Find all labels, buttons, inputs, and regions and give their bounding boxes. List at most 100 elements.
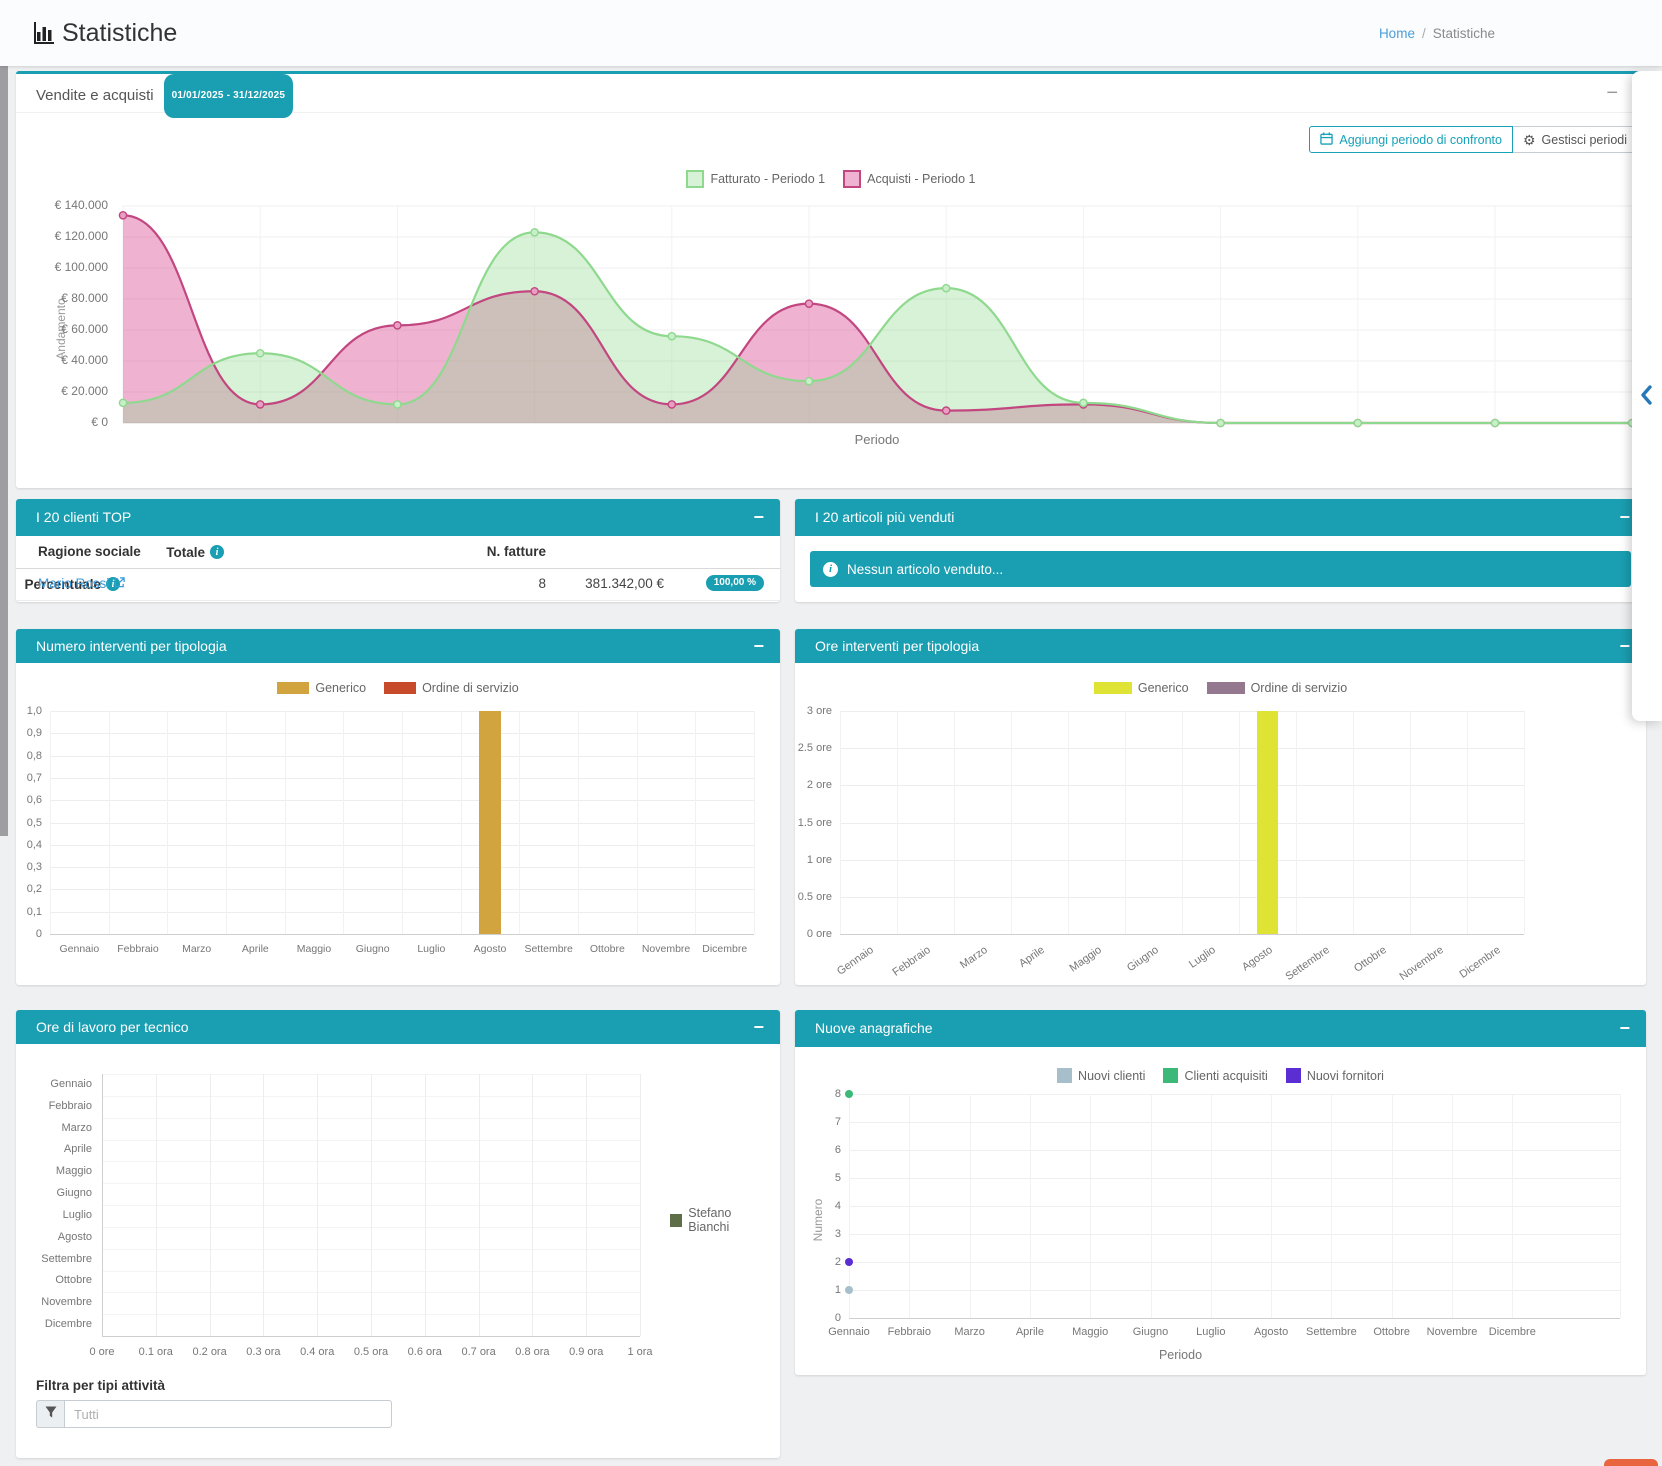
gridline-v — [640, 1074, 641, 1336]
clienti-collapse-button[interactable]: − — [753, 499, 764, 536]
bar-agosto[interactable] — [1257, 711, 1278, 934]
breadcrumb-home-link[interactable]: Home — [1379, 26, 1415, 41]
empty-state-alert: i Nessun articolo venduto... — [810, 551, 1631, 587]
info-icon: i — [823, 562, 838, 577]
data-point[interactable] — [394, 322, 401, 329]
data-point[interactable] — [943, 407, 950, 414]
tecnico-header: Ore di lavoro per tecnico − — [16, 1010, 780, 1044]
data-point[interactable] — [805, 300, 812, 307]
legend-swatch — [384, 682, 416, 694]
numero-title: Numero interventi per tipologia — [36, 629, 227, 663]
x-tick-label: 1 ora — [610, 1346, 670, 1358]
data-point[interactable] — [119, 212, 126, 219]
y-tick-label: 0.5 ore — [795, 891, 832, 903]
legend-swatch — [1163, 1068, 1178, 1083]
legend-item-stefano-bianchi[interactable]: Stefano Bianchi — [670, 1206, 771, 1234]
data-point[interactable] — [531, 229, 538, 236]
gridline-v — [840, 711, 841, 934]
vendite-area-chart — [112, 194, 1642, 436]
legend-label: Nuovi clienti — [1078, 1069, 1145, 1083]
client-link[interactable]: Mario Rossi — [38, 568, 125, 600]
data-point[interactable] — [257, 350, 264, 357]
articoli-collapse-button[interactable]: − — [1619, 499, 1630, 536]
x-tick-label: 0 ore — [72, 1346, 132, 1358]
data-point[interactable] — [1080, 399, 1087, 406]
data-point[interactable] — [943, 285, 950, 292]
funnel-icon — [45, 1405, 57, 1423]
legend-item-generico[interactable]: Generico — [277, 681, 366, 695]
data-point[interactable] — [1354, 419, 1361, 426]
x-tick-label: Aprile — [998, 1326, 1062, 1338]
manage-periods-button[interactable]: ⚙ Gestisci periodi — [1513, 126, 1638, 153]
gridline-v — [371, 1074, 372, 1336]
bar-agosto[interactable] — [479, 711, 501, 934]
panel-ore-interventi: Ore interventi per tipologia − Generico O… — [795, 629, 1646, 985]
legend-item-nuovi-clienti[interactable]: Nuovi clienti — [1057, 1068, 1145, 1083]
data-point[interactable] — [1217, 419, 1224, 426]
oretip-header: Ore interventi per tipologia − — [795, 629, 1646, 663]
gridline-h — [849, 1206, 1620, 1207]
numero-collapse-button[interactable]: − — [753, 629, 764, 663]
data-point[interactable] — [845, 1286, 853, 1294]
legend-swatch — [686, 170, 704, 188]
collapsed-right-drawer[interactable] — [1632, 71, 1662, 721]
x-tick-label: 0.8 ora — [502, 1346, 562, 1358]
legend-item-clienti-acquisiti[interactable]: Clienti acquisiti — [1163, 1068, 1267, 1083]
data-point[interactable] — [531, 288, 538, 295]
legend-item-acquisti-periodo-1[interactable]: Acquisti - Periodo 1 — [843, 170, 975, 188]
numero-header: Numero interventi per tipologia − — [16, 629, 780, 663]
add-compare-period-button[interactable]: Aggiungi periodo di confronto — [1309, 126, 1513, 153]
activity-filter-input[interactable] — [64, 1400, 392, 1428]
data-point[interactable] — [845, 1258, 853, 1266]
tecnico-collapse-button[interactable]: − — [753, 1010, 764, 1044]
oretip-collapse-button[interactable]: − — [1619, 629, 1630, 663]
legend-item-ordine-di-servizio[interactable]: Ordine di servizio — [1207, 681, 1348, 695]
row-label: Giugno — [16, 1187, 92, 1199]
gridline-v — [479, 1074, 480, 1336]
data-point[interactable] — [119, 399, 126, 406]
floating-action-button-partial[interactable] — [1604, 1459, 1658, 1466]
chart-legend: Stefano Bianchi — [661, 1206, 780, 1234]
y-tick-label: € 20.000 — [16, 384, 108, 398]
chart-legend: Nuovi clienti Clienti acquisiti Nuovi forn… — [795, 1068, 1646, 1083]
y-tick-label: 4 — [795, 1200, 841, 1212]
gridline-v — [1090, 1094, 1091, 1318]
data-point[interactable] — [845, 1090, 853, 1098]
legend-item-nuovi-fornitori[interactable]: Nuovi fornitori — [1286, 1068, 1384, 1083]
legend-label: Ordine di servizio — [422, 681, 519, 695]
anagrafiche-collapse-button[interactable]: − — [1619, 1010, 1630, 1047]
data-point[interactable] — [394, 401, 401, 408]
legend-label: Ordine di servizio — [1251, 681, 1348, 695]
data-point[interactable] — [668, 401, 675, 408]
y-tick-label: 7 — [795, 1116, 841, 1128]
data-point[interactable] — [805, 378, 812, 385]
legend-label: Fatturato - Periodo 1 — [710, 172, 825, 186]
chevron-left-icon[interactable] — [1639, 385, 1653, 410]
x-tick-label: 0.2 ora — [180, 1346, 240, 1358]
x-tick-label: Dicembre — [1480, 1326, 1544, 1338]
gridline-v — [1011, 711, 1012, 934]
legend-item-ordine-di-servizio[interactable]: Ordine di servizio — [384, 681, 519, 695]
legend-item-fatturato-periodo-1[interactable]: Fatturato - Periodo 1 — [686, 170, 825, 188]
data-point[interactable] — [257, 401, 264, 408]
data-point[interactable] — [668, 333, 675, 340]
vendite-collapse-button[interactable]: − — [1606, 74, 1618, 112]
legend-item-generico[interactable]: Generico — [1094, 681, 1189, 695]
panel-numero-interventi: Numero interventi per tipologia − Generi… — [16, 629, 780, 985]
gridline-v — [519, 711, 520, 934]
data-point[interactable] — [1491, 419, 1498, 426]
gridline-h — [849, 1122, 1620, 1123]
gridline-v — [50, 711, 51, 934]
gridline-h — [849, 1150, 1620, 1151]
y-tick-label: 2 — [795, 1256, 841, 1268]
oretip-title: Ore interventi per tipologia — [815, 629, 979, 663]
x-tick-label: Aprile — [225, 943, 285, 955]
legend-label: Clienti acquisiti — [1184, 1069, 1267, 1083]
panel-nuove-anagrafiche: Nuove anagrafiche − Numero Periodo Nuovi… — [795, 1010, 1646, 1375]
info-icon[interactable]: i — [210, 545, 224, 559]
y-tick-label: € 0 — [16, 415, 108, 429]
anagrafiche-x-axis-title: Periodo — [849, 1348, 1512, 1362]
gridline-v — [1392, 1094, 1393, 1318]
filter-button[interactable] — [36, 1400, 64, 1428]
x-tick-label: Giugno — [343, 943, 403, 955]
